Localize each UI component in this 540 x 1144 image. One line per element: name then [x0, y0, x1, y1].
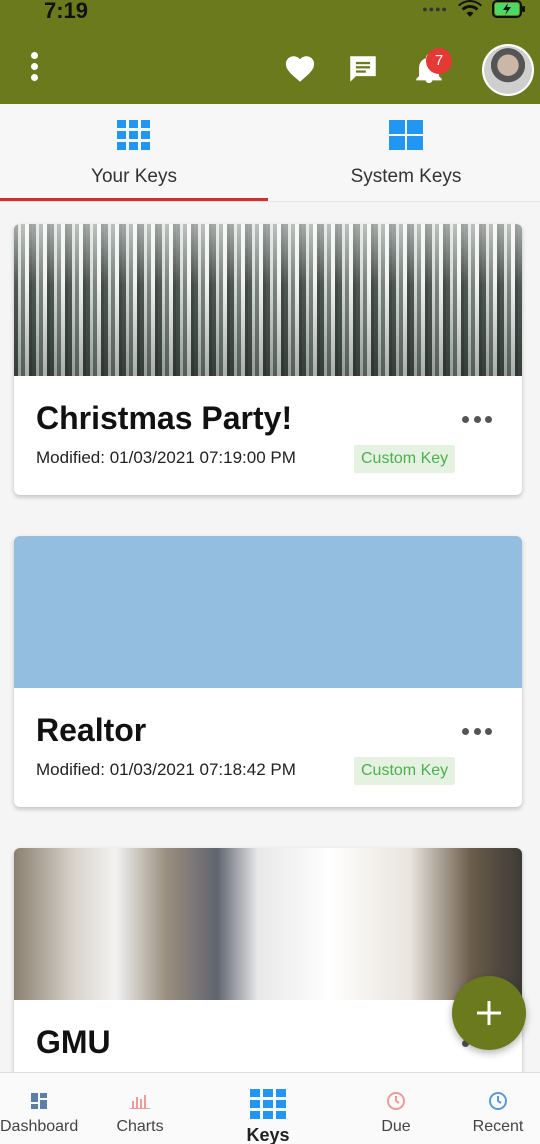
bar-chart-icon [130, 1095, 150, 1109]
custom-key-badge: Custom Key [354, 757, 456, 785]
heart-icon[interactable] [283, 52, 317, 86]
card-title: Realtor [36, 712, 147, 748]
grid-icon [117, 120, 150, 150]
add-key-button[interactable] [452, 976, 526, 1050]
custom-key-badge: Custom Key [354, 445, 456, 473]
battery-icon [492, 0, 525, 18]
nav-label: Due [381, 1118, 411, 1135]
more-options-button[interactable] [462, 726, 492, 736]
card-image [14, 536, 522, 688]
card-image [14, 848, 522, 1000]
key-card[interactable]: Realtor Modified: 01/03/2021 07:18:42 PM… [14, 536, 522, 807]
avatar[interactable] [482, 44, 534, 96]
tab-your-keys[interactable]: Your Keys [0, 104, 268, 202]
grid-icon [250, 1089, 286, 1119]
nav-due[interactable]: Due [356, 1073, 436, 1144]
more-options-button[interactable] [462, 414, 492, 424]
card-title: Christmas Party! [36, 400, 293, 436]
top-app-bar: 7:19 ●●●● 7 [0, 0, 540, 104]
tab-system-keys-label: System Keys [350, 166, 462, 187]
card-modified: Modified: 01/03/2021 07:19:00 PM [36, 448, 296, 467]
nav-label: Keys [246, 1125, 290, 1144]
status-time: 7:19 [44, 0, 89, 23]
notification-badge: 7 [426, 48, 452, 74]
nav-charts[interactable]: Charts [100, 1073, 180, 1144]
windows-grid-icon [389, 120, 423, 150]
key-card[interactable]: GMU [14, 848, 522, 1078]
card-image [14, 224, 522, 376]
clock-icon [489, 1092, 507, 1110]
wifi-icon [458, 0, 482, 18]
status-icons: ●●●● [422, 0, 526, 18]
nav-label: Recent [472, 1118, 524, 1135]
signal-icon: ●●●● [422, 4, 448, 14]
tab-system-keys[interactable]: System Keys [272, 104, 540, 202]
keys-tabs: Your Keys System Keys [0, 104, 540, 202]
nav-label: Dashboard [0, 1118, 79, 1135]
nav-label: Charts [116, 1118, 164, 1135]
key-card[interactable]: Christmas Party! Modified: 01/03/2021 07… [14, 224, 522, 495]
nav-keys[interactable]: Keys [228, 1073, 308, 1144]
bottom-navigation: Dashboard Charts Keys Due Recent [0, 1072, 540, 1144]
menu-kebab-button[interactable] [24, 52, 44, 88]
nav-recent[interactable]: Recent [458, 1073, 538, 1144]
card-title: GMU [36, 1024, 111, 1060]
dashboard-icon [31, 1093, 47, 1109]
nav-dashboard[interactable]: Dashboard [0, 1073, 78, 1144]
card-modified: Modified: 01/03/2021 07:18:42 PM [36, 760, 296, 779]
clock-icon [387, 1092, 405, 1110]
chat-icon[interactable] [346, 52, 380, 86]
active-tab-indicator [0, 198, 268, 201]
tab-your-keys-label: Your Keys [91, 166, 177, 187]
